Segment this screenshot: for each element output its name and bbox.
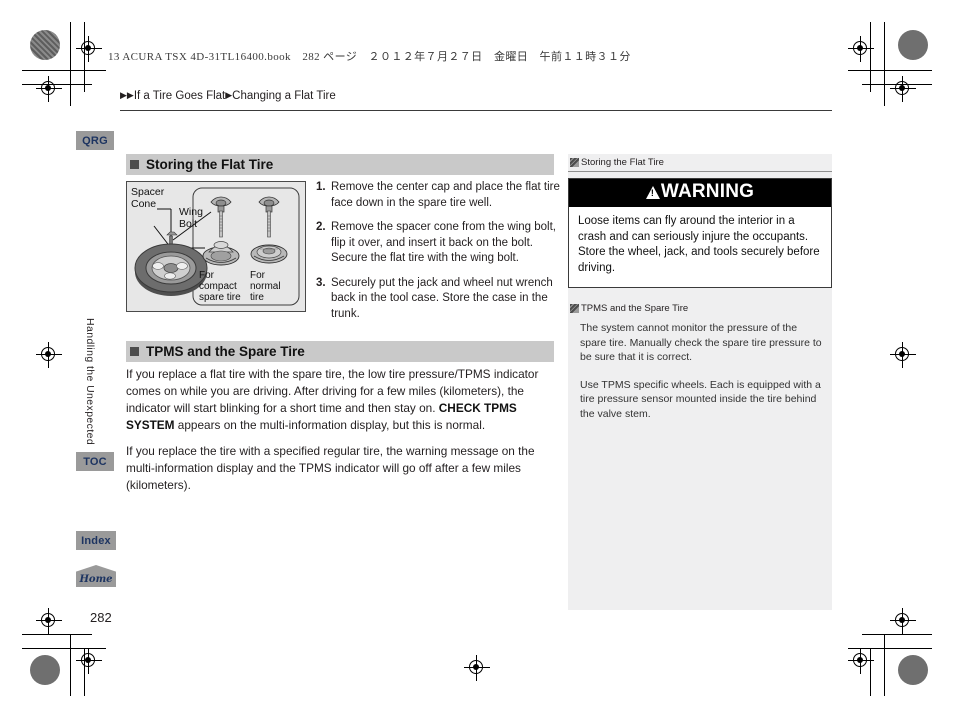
print-density-disc-bottom-right xyxy=(898,655,928,685)
registration-mark-right-middle xyxy=(890,342,916,368)
section-title: TPMS and the Spare Tire xyxy=(146,344,305,359)
crop-line xyxy=(862,634,932,635)
sidebar-header-storing-the-flat-tire: Storing the Flat Tire xyxy=(568,154,832,172)
step-number: 1. xyxy=(316,181,326,193)
page-number: 282 xyxy=(90,610,112,625)
sidebar-note-1: The system cannot monitor the pressure o… xyxy=(580,322,822,363)
warning-box: WARNING Loose items can fly around the i… xyxy=(568,178,832,288)
sidebar-header-label: Storing the Flat Tire xyxy=(581,157,664,168)
crop-line xyxy=(70,22,71,106)
warning-line-1: Loose items can fly around the interior … xyxy=(578,215,809,243)
crop-line xyxy=(848,70,932,71)
figure-label-spacer-cone: Spacer Cone xyxy=(131,186,165,210)
steps-list: 1. Remove the center cap and place the f… xyxy=(316,180,566,331)
bullet-square-icon xyxy=(130,160,139,169)
figure-caption-compact-spare: For compact spare tire xyxy=(199,270,241,303)
crop-line xyxy=(84,22,85,92)
crop-line xyxy=(884,634,885,696)
crop-line xyxy=(884,22,885,106)
chapter-thumb-label: Handling the Unexpected xyxy=(84,318,96,446)
crop-line xyxy=(22,70,106,71)
figure-storing-flat-tire: Spacer Cone Wing Bolt For compact spare … xyxy=(126,181,306,312)
double-chevron-icon xyxy=(570,304,579,313)
step-text: Remove the center cap and place the flat… xyxy=(331,181,560,209)
crop-line xyxy=(22,648,106,649)
tab-qrg[interactable]: QRG xyxy=(76,131,114,150)
list-item: 3. Securely put the jack and wheel nut w… xyxy=(316,276,566,323)
crop-line xyxy=(70,634,71,696)
breadcrumb-item-if-a-tire-goes-flat[interactable]: If a Tire Goes Flat xyxy=(134,90,225,102)
registration-mark-bottom-left xyxy=(36,608,62,634)
warning-title-bar: WARNING xyxy=(569,179,831,207)
sidebar-notes-panel: Storing the Flat Tire WARNING Loose item… xyxy=(568,154,832,610)
sidebar-note-2: Use TPMS specific wheels. Each is equipp… xyxy=(580,378,821,420)
triangle-icon: ▶ xyxy=(126,90,134,100)
bullet-square-icon xyxy=(130,347,139,356)
breadcrumb-item-changing-a-flat-tire[interactable]: Changing a Flat Tire xyxy=(232,90,336,102)
print-density-disc-top-left xyxy=(30,30,60,60)
tab-home-label: Home xyxy=(79,574,113,585)
list-item: 2. Remove the spacer cone from the wing … xyxy=(316,220,566,267)
registration-mark-right-lower xyxy=(890,608,916,634)
paragraph-tpms-regular-tire: If you replace the tire with a specified… xyxy=(126,444,535,492)
crop-line xyxy=(22,84,92,85)
registration-mark-left-middle xyxy=(36,342,62,368)
section-title: Storing the Flat Tire xyxy=(146,157,274,172)
sidebar-note-group-tpms: TPMS and the Spare Tire The system canno… xyxy=(568,300,832,421)
step-number: 2. xyxy=(316,221,326,233)
print-density-disc-bottom-left xyxy=(30,655,60,685)
registration-mark-top-left xyxy=(76,36,102,62)
tab-index[interactable]: Index xyxy=(76,531,116,550)
step-number: 3. xyxy=(316,276,326,289)
warning-title: WARNING xyxy=(660,181,755,202)
book-source-line: 13 ACURA TSX 4D-31TL16400.book 282 ページ ２… xyxy=(108,51,631,63)
crop-line xyxy=(862,84,932,85)
tab-home[interactable]: Home xyxy=(76,565,116,587)
registration-mark-bottom-center xyxy=(464,655,490,681)
section-header-tpms-and-the-spare-tire: TPMS and the Spare Tire xyxy=(126,341,554,362)
print-density-disc-top-right xyxy=(898,30,928,60)
warning-line-2: Store the wheel, jack, and tools securel… xyxy=(578,246,820,274)
paragraph-part: appears on the multi-information display… xyxy=(174,418,486,432)
registration-mark-top-left-inner xyxy=(36,76,62,102)
warning-triangle-icon xyxy=(645,185,660,199)
triangle-icon: ▶ xyxy=(120,90,127,100)
crop-line xyxy=(870,22,871,92)
sidebar-header-label: TPMS and the Spare Tire xyxy=(581,303,689,314)
crop-line xyxy=(870,648,871,696)
sidebar-header-tpms-and-the-spare-tire: TPMS and the Spare Tire xyxy=(568,300,832,317)
list-item: 1. Remove the center cap and place the f… xyxy=(316,180,566,211)
step-text: Remove the spacer cone from the wing bol… xyxy=(331,221,557,264)
crop-line xyxy=(848,648,932,649)
registration-mark-bottom-left-inner xyxy=(76,648,102,674)
breadcrumb-rule xyxy=(120,110,832,111)
crop-line xyxy=(22,634,92,635)
registration-mark-top-right-inner xyxy=(890,76,916,102)
breadcrumb: ▶▶If a Tire Goes Flat▶Changing a Flat Ti… xyxy=(120,90,336,102)
warning-body: Loose items can fly around the interior … xyxy=(569,207,831,287)
section-header-storing-the-flat-tire: Storing the Flat Tire xyxy=(126,154,554,175)
step-text: Securely put the jack and wheel nut wren… xyxy=(331,276,553,320)
figure-caption-normal-tire: For normal tire xyxy=(250,270,281,303)
manual-page: 13 ACURA TSX 4D-31TL16400.book 282 ページ ２… xyxy=(0,0,954,718)
double-chevron-icon xyxy=(570,158,579,167)
figure-label-wing-bolt: Wing Bolt xyxy=(179,206,203,230)
tab-toc[interactable]: TOC xyxy=(76,452,114,471)
crop-line xyxy=(84,648,85,696)
paragraph-tpms-spare-behavior: If you replace a flat tire with the spar… xyxy=(126,366,554,434)
